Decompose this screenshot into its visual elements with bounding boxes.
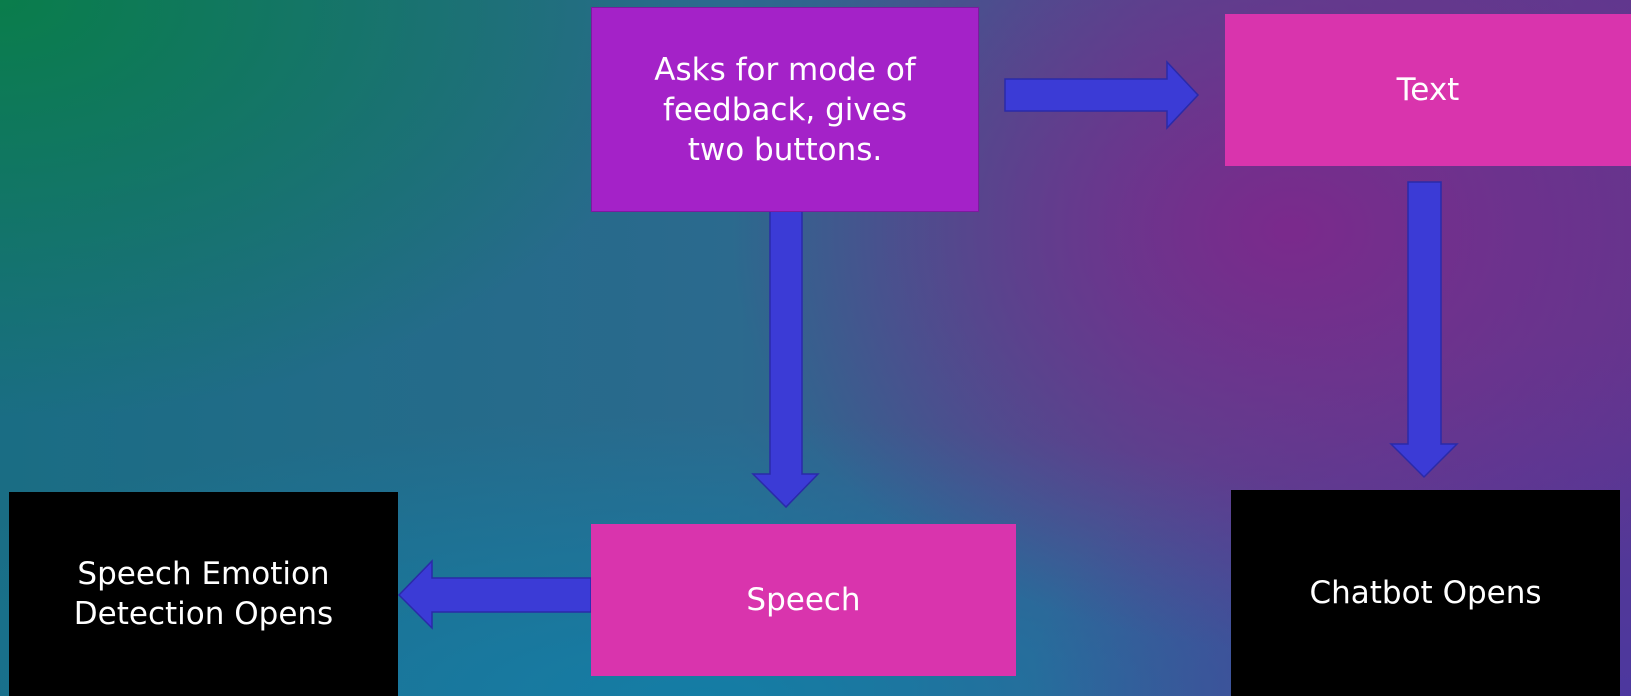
- node-speech-emotion-detection: Speech Emotion Detection Opens: [9, 492, 398, 696]
- node-chatbot-opens: Chatbot Opens: [1231, 490, 1620, 696]
- node-speech-emotion-detection-label: Speech Emotion Detection Opens: [73, 556, 334, 632]
- arrow-start-to-speech: [751, 210, 820, 509]
- node-speech-option-label: Speech: [746, 582, 861, 618]
- arrow-speech-to-detection: [397, 559, 592, 630]
- node-text-option: Text: [1225, 14, 1631, 166]
- node-feedback-mode-prompt-label: Asks for mode of feedback, gives two but…: [654, 51, 916, 168]
- node-chatbot-opens-label: Chatbot Opens: [1309, 575, 1542, 611]
- node-text-option-label: Text: [1396, 72, 1460, 108]
- node-speech-option: Speech: [591, 524, 1016, 676]
- arrow-text-to-chatbot: [1389, 181, 1459, 479]
- arrow-start-to-text: [1004, 60, 1200, 130]
- node-feedback-mode-prompt: Asks for mode of feedback, gives two but…: [591, 7, 979, 212]
